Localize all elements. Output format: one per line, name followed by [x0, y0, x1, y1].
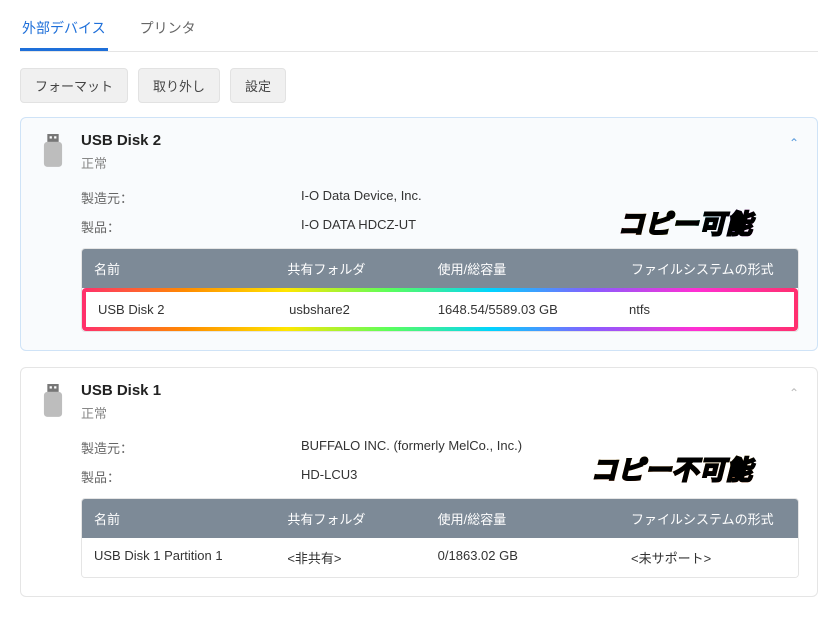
- table-row[interactable]: USB Disk 1 Partition 1 <非共有> 0/1863.02 G…: [82, 538, 798, 577]
- format-button[interactable]: フォーマット: [20, 68, 128, 103]
- disk-card: USB Disk 1 正常 ⌃ コピー不可能 製造元：BUFFALO INC. …: [20, 367, 818, 597]
- cell-usage: 0/1863.02 GB: [426, 538, 619, 577]
- cell-share: usbshare2: [277, 292, 426, 327]
- tab-external-devices[interactable]: 外部デバイス: [20, 18, 108, 51]
- collapse-toggle[interactable]: ⌃: [789, 386, 799, 400]
- disk-name: USB Disk 2: [81, 132, 799, 149]
- partition-table: 名前 共有フォルダ 使用/総容量 ファイルシステムの形式 USB Disk 1 …: [81, 498, 799, 578]
- tab-printer[interactable]: プリンタ: [138, 18, 198, 51]
- col-usage: 使用/総容量: [426, 249, 619, 288]
- label-product: 製品：: [81, 217, 301, 236]
- label-manufacturer: 製造元：: [81, 438, 301, 457]
- usb-icon: [39, 384, 67, 418]
- cell-fs: <未サポート>: [619, 538, 798, 577]
- col-share: 共有フォルダ: [275, 249, 425, 288]
- eject-button[interactable]: 取り外し: [138, 68, 220, 103]
- value-product: HD-LCU3: [301, 467, 357, 486]
- col-name: 名前: [82, 499, 275, 538]
- cell-share: <非共有>: [275, 538, 425, 577]
- label-product: 製品：: [81, 467, 301, 486]
- col-usage: 使用/総容量: [426, 499, 619, 538]
- tabs: 外部デバイス プリンタ: [20, 18, 818, 52]
- cell-usage: 1648.54/5589.03 GB: [426, 292, 617, 327]
- label-manufacturer: 製造元：: [81, 188, 301, 207]
- toolbar: フォーマット 取り外し 設定: [20, 68, 818, 103]
- partition-table: 名前 共有フォルダ 使用/総容量 ファイルシステムの形式 USB Disk 2 …: [81, 248, 799, 332]
- cell-name: USB Disk 2: [86, 292, 277, 327]
- disk-status: 正常: [81, 153, 799, 172]
- collapse-toggle[interactable]: ⌃: [789, 136, 799, 150]
- col-name: 名前: [82, 249, 275, 288]
- usb-icon: [39, 134, 67, 168]
- col-share: 共有フォルダ: [275, 499, 425, 538]
- col-fs: ファイルシステムの形式: [619, 249, 798, 288]
- table-row[interactable]: USB Disk 2 usbshare2 1648.54/5589.03 GB …: [86, 292, 794, 327]
- settings-button[interactable]: 設定: [230, 68, 286, 103]
- value-product: I-O DATA HDCZ-UT: [301, 217, 416, 236]
- col-fs: ファイルシステムの形式: [619, 499, 798, 538]
- table-header: 名前 共有フォルダ 使用/総容量 ファイルシステムの形式: [82, 249, 798, 288]
- disk-name: USB Disk 1: [81, 382, 799, 399]
- disk-card: USB Disk 2 正常 ⌃ コピー可能 製造元：I-O Data Devic…: [20, 117, 818, 351]
- table-header: 名前 共有フォルダ 使用/総容量 ファイルシステムの形式: [82, 499, 798, 538]
- cell-name: USB Disk 1 Partition 1: [82, 538, 275, 577]
- value-manufacturer: I-O Data Device, Inc.: [301, 188, 422, 207]
- value-manufacturer: BUFFALO INC. (formerly MelCo., Inc.): [301, 438, 522, 457]
- disk-status: 正常: [81, 403, 799, 422]
- highlight-box: USB Disk 2 usbshare2 1648.54/5589.03 GB …: [82, 288, 798, 331]
- cell-fs: ntfs: [617, 292, 794, 327]
